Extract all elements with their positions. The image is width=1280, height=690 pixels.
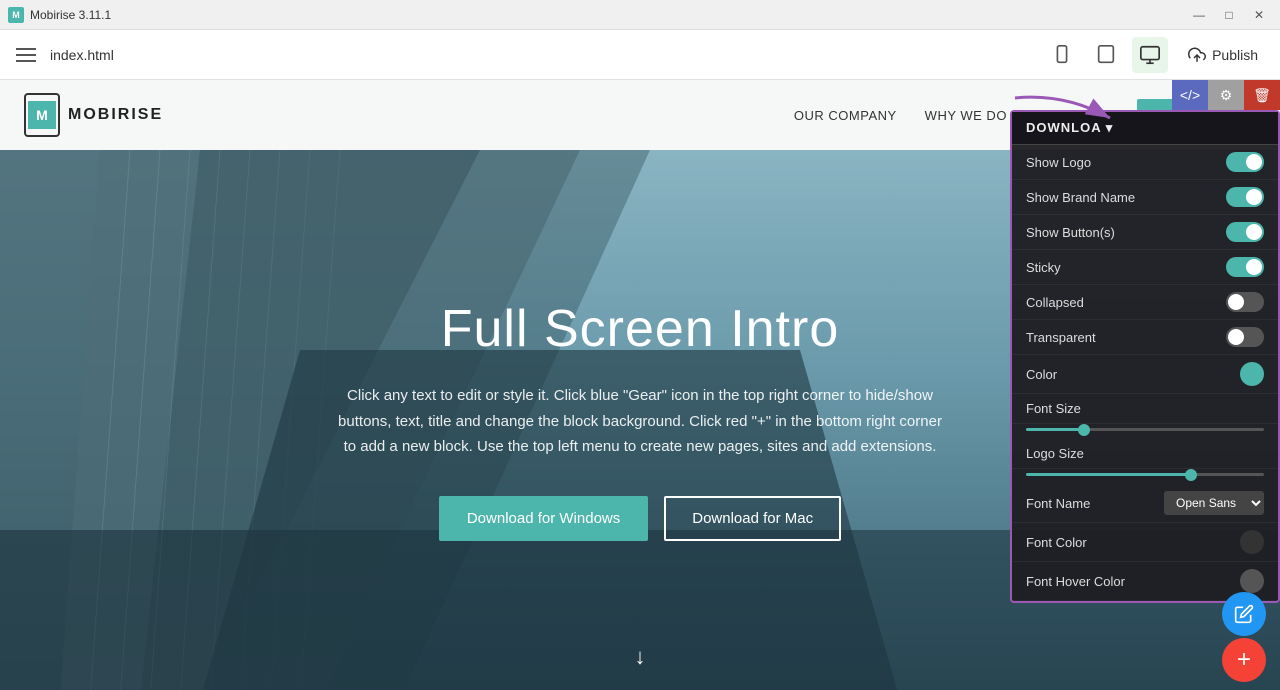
logo-size-slider[interactable] (1026, 473, 1264, 476)
transparent-toggle[interactable] (1226, 327, 1264, 347)
show-buttons-toggle[interactable] (1226, 222, 1264, 242)
close-button[interactable]: ✕ (1246, 4, 1272, 26)
site-logo: M MOBIRISE (24, 93, 163, 137)
main-area: M MOBIRISE OUR COMPANY WHY WE DO THIS HE… (0, 80, 1280, 690)
transparent-row: Transparent (1012, 320, 1278, 355)
color-swatch[interactable] (1240, 362, 1264, 386)
slider-thumb[interactable] (1078, 424, 1090, 436)
hero-buttons: Download for Windows Download for Mac (330, 496, 950, 541)
code-icon: </> (1180, 87, 1200, 103)
color-row: Color (1012, 355, 1278, 394)
titlebar: M Mobirise 3.11.1 — □ ✕ (0, 0, 1280, 30)
menu-line (16, 60, 36, 62)
publish-button[interactable]: Publish (1178, 40, 1268, 70)
plus-icon: + (1237, 648, 1251, 672)
toggle-knob (1246, 259, 1262, 275)
show-logo-toggle[interactable] (1226, 152, 1264, 172)
sticky-toggle[interactable] (1226, 257, 1264, 277)
font-size-slider-row (1012, 424, 1278, 439)
maximize-button[interactable]: □ (1216, 4, 1242, 26)
hero-content: Full Screen Intro Click any text to edit… (330, 299, 950, 541)
font-name-row: Font Name Open Sans Roboto Lato (1012, 484, 1278, 523)
toggle-knob (1228, 329, 1244, 345)
show-brand-row: Show Brand Name (1012, 180, 1278, 215)
menu-line (16, 48, 36, 50)
font-hover-color-label: Font Hover Color (1026, 574, 1125, 589)
publish-label: Publish (1212, 47, 1258, 63)
app-title: Mobirise 3.11.1 (30, 8, 111, 22)
sticky-row: Sticky (1012, 250, 1278, 285)
desktop-icon (1139, 44, 1161, 66)
trash-icon: 🗑 (1253, 87, 1271, 104)
logo-icon-container: M (24, 93, 60, 137)
toggle-knob (1246, 189, 1262, 205)
slider-thumb[interactable] (1185, 469, 1197, 481)
pencil-icon (1234, 604, 1254, 624)
fab-edit-button[interactable] (1222, 592, 1266, 636)
titlebar-controls: — □ ✕ (1186, 4, 1272, 26)
hero-subtitle: Click any text to edit or style it. Clic… (330, 383, 950, 460)
toggle-knob (1246, 224, 1262, 240)
edit-buttons: </> ⚙ 🗑 (1172, 80, 1280, 110)
show-buttons-row: Show Button(s) (1012, 215, 1278, 250)
menu-line (16, 54, 36, 56)
show-logo-row: Show Logo (1012, 145, 1278, 180)
titlebar-left: M Mobirise 3.11.1 (8, 7, 111, 23)
logo-size-slider-row (1012, 469, 1278, 484)
settings-panel: DOWNLOA ▾ Show Logo Show Brand Name Show… (1010, 110, 1280, 603)
menu-button[interactable] (12, 41, 40, 69)
gear-edit-button[interactable]: ⚙ (1208, 80, 1244, 110)
minimize-button[interactable]: — (1186, 4, 1212, 26)
font-color-label: Font Color (1026, 535, 1087, 550)
collapsed-label: Collapsed (1026, 295, 1084, 310)
logo-letter: M (28, 101, 56, 129)
fab-add-button[interactable]: + (1222, 638, 1266, 682)
show-brand-toggle[interactable] (1226, 187, 1264, 207)
nav-company[interactable]: OUR COMPANY (794, 108, 897, 123)
font-color-swatch[interactable] (1240, 530, 1264, 554)
code-edit-button[interactable]: </> (1172, 80, 1208, 110)
font-size-row: Font Size (1012, 394, 1278, 424)
slider-fill (1026, 428, 1086, 431)
gear-icon: ⚙ (1220, 87, 1233, 104)
tablet-view-button[interactable] (1088, 37, 1124, 73)
publish-icon (1188, 46, 1206, 64)
tablet-icon (1095, 44, 1117, 66)
collapsed-row: Collapsed (1012, 285, 1278, 320)
font-color-row: Font Color (1012, 523, 1278, 562)
scroll-down-arrow: ↓ (635, 644, 646, 670)
transparent-label: Transparent (1026, 330, 1096, 345)
device-toolbar (1044, 37, 1168, 73)
download-windows-button[interactable]: Download for Windows (439, 496, 648, 541)
font-name-select[interactable]: Open Sans Roboto Lato (1164, 491, 1264, 515)
download-mac-button[interactable]: Download for Mac (664, 496, 841, 541)
app-icon: M (8, 7, 24, 23)
sticky-label: Sticky (1026, 260, 1061, 275)
color-label: Color (1026, 367, 1057, 382)
delete-edit-button[interactable]: 🗑 (1244, 80, 1280, 110)
slider-fill (1026, 473, 1193, 476)
logo-size-label: Logo Size (1026, 446, 1084, 461)
font-size-label: Font Size (1026, 401, 1081, 416)
hero-title: Full Screen Intro (330, 299, 950, 359)
show-logo-label: Show Logo (1026, 155, 1091, 170)
toggle-knob (1246, 154, 1262, 170)
toggle-knob (1228, 294, 1244, 310)
collapsed-toggle[interactable] (1226, 292, 1264, 312)
site-preview: M MOBIRISE OUR COMPANY WHY WE DO THIS HE… (0, 80, 1280, 690)
font-name-label: Font Name (1026, 496, 1090, 511)
logo-text: MOBIRISE (68, 106, 163, 124)
show-buttons-label: Show Button(s) (1026, 225, 1115, 240)
show-brand-label: Show Brand Name (1026, 190, 1135, 205)
mobile-view-button[interactable] (1044, 37, 1080, 73)
settings-panel-header: DOWNLOA ▾ (1012, 112, 1278, 145)
logo-size-row: Logo Size (1012, 439, 1278, 469)
filename-label: index.html (50, 47, 1034, 63)
desktop-view-button[interactable] (1132, 37, 1168, 73)
font-hover-color-swatch[interactable] (1240, 569, 1264, 593)
mobile-icon (1051, 44, 1073, 66)
font-size-slider[interactable] (1026, 428, 1264, 431)
toolbar: index.html (0, 30, 1280, 80)
